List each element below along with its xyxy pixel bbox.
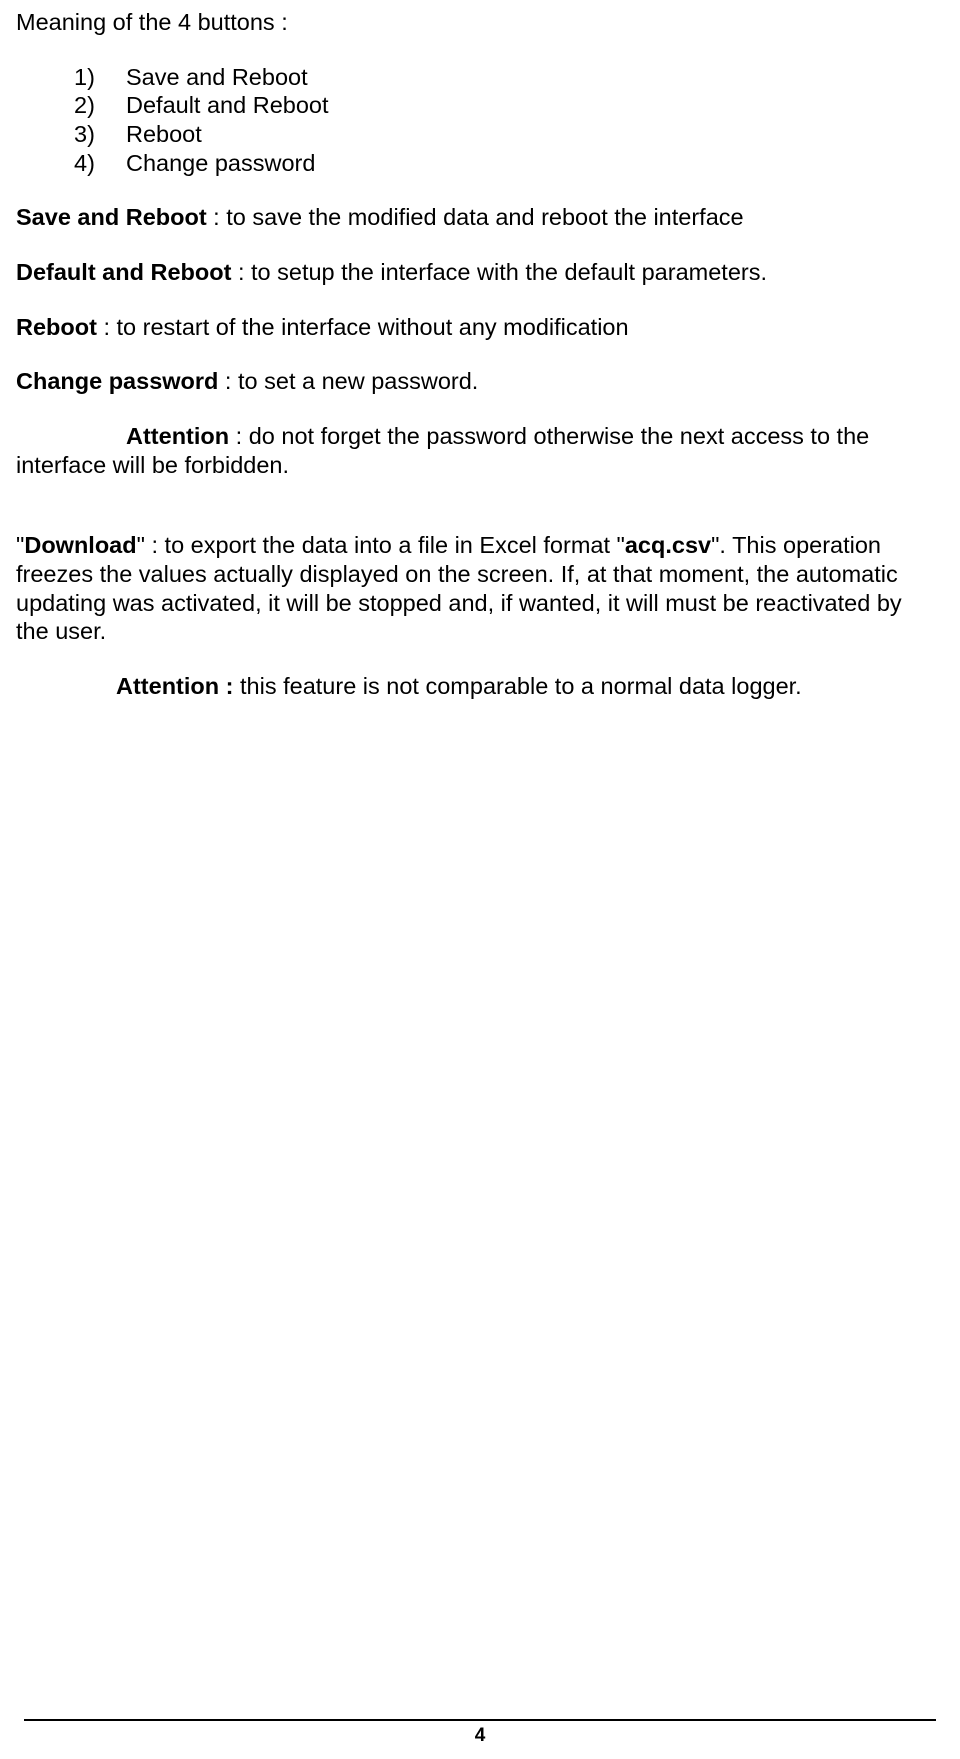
list-number: 3) (16, 120, 126, 149)
document-page: Meaning of the 4 buttons : 1) Save and R… (0, 0, 960, 701)
spacer (16, 505, 904, 531)
reboot-text: : to restart of the interface without an… (97, 314, 629, 340)
save-text: : to save the modified data and reboot t… (207, 204, 744, 230)
change-paragraph: Change password : to set a new password. (16, 367, 904, 396)
reboot-label: Reboot (16, 314, 97, 340)
list-text: Save and Reboot (126, 63, 904, 92)
page-footer: 4 (0, 1719, 960, 1747)
list-item: 2) Default and Reboot (16, 91, 904, 120)
attention-label: Attention (126, 423, 229, 449)
download-file: acq.csv (625, 532, 711, 558)
heading-text: Meaning of the 4 buttons : (16, 8, 904, 37)
list-item: 4) Change password (16, 149, 904, 178)
reboot-paragraph: Reboot : to restart of the interface wit… (16, 313, 904, 342)
page-number: 4 (475, 1725, 486, 1746)
default-paragraph: Default and Reboot : to setup the interf… (16, 258, 904, 287)
default-label: Default and Reboot (16, 259, 231, 285)
list-item: 1) Save and Reboot (16, 63, 904, 92)
download-label: Download (24, 532, 136, 558)
change-label: Change password (16, 368, 218, 394)
list-item: 3) Reboot (16, 120, 904, 149)
download-mid: " : to export the data into a file in Ex… (137, 532, 625, 558)
list-number: 2) (16, 91, 126, 120)
download-paragraph: "Download" : to export the data into a f… (16, 531, 904, 646)
attention2-paragraph: Attention : this feature is not comparab… (16, 672, 904, 701)
list-text: Default and Reboot (126, 91, 904, 120)
change-text: : to set a new password. (218, 368, 478, 394)
footer-divider (24, 1719, 936, 1721)
attention2-label: Attention : (116, 673, 233, 699)
list-number: 4) (16, 149, 126, 178)
default-text: : to setup the interface with the defaul… (231, 259, 767, 285)
save-paragraph: Save and Reboot : to save the modified d… (16, 203, 904, 232)
list-number: 1) (16, 63, 126, 92)
buttons-list: 1) Save and Reboot 2) Default and Reboot… (16, 63, 904, 178)
list-text: Change password (126, 149, 904, 178)
attention2-text: this feature is not comparable to a norm… (233, 673, 801, 699)
attention-paragraph: Attention : do not forget the password o… (16, 422, 904, 479)
list-text: Reboot (126, 120, 904, 149)
save-label: Save and Reboot (16, 204, 207, 230)
